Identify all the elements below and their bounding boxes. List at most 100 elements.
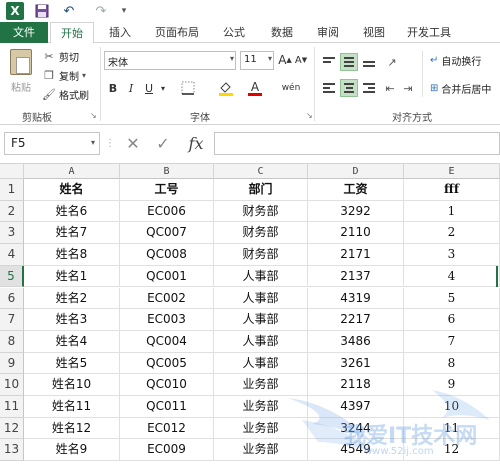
column-header-b[interactable]: B [120, 164, 214, 179]
italic-button[interactable]: I [124, 79, 138, 97]
cell-a3[interactable]: 姓名7 [24, 222, 120, 245]
cell-b12[interactable]: EC012 [120, 417, 214, 440]
cell-e10[interactable]: 9 [404, 374, 500, 396]
cell-e11[interactable]: 10 [404, 396, 500, 418]
cell-d4[interactable]: 2171 [308, 244, 404, 266]
cut-button[interactable]: ✂ 剪切 [42, 47, 79, 65]
tab-page-layout[interactable]: 页面布局 [146, 22, 208, 43]
cell-b13[interactable]: EC009 [120, 439, 214, 462]
align-center-button[interactable] [340, 79, 358, 97]
row-header[interactable]: 7 [0, 309, 24, 331]
cell-c10[interactable]: 业务部 [214, 374, 308, 396]
copy-button[interactable]: ❐ 复制 ▾ [42, 66, 86, 84]
row-header[interactable]: 4 [0, 244, 24, 266]
formula-input[interactable] [214, 132, 500, 155]
paste-button[interactable]: 粘贴 [6, 47, 36, 103]
row-header[interactable]: 5 [0, 265, 24, 288]
column-header-a[interactable]: A [24, 164, 120, 179]
cell-d9[interactable]: 3261 [308, 352, 404, 375]
cell-b11[interactable]: QC011 [120, 396, 214, 418]
tab-data[interactable]: 数据 [262, 22, 302, 43]
font-launcher-icon[interactable]: ↘ [306, 111, 313, 120]
cell-c7[interactable]: 人事部 [214, 309, 308, 331]
underline-dropdown-icon[interactable]: ▾ [158, 79, 168, 97]
tab-view[interactable]: 视图 [354, 22, 394, 43]
cell-e6[interactable]: 5 [404, 287, 500, 310]
cell-b4[interactable]: QC008 [120, 244, 214, 266]
cell-a2[interactable]: 姓名6 [24, 200, 120, 223]
row-header[interactable]: 6 [0, 287, 24, 310]
cell-d8[interactable]: 3486 [308, 330, 404, 353]
cancel-entry-button[interactable]: ✕ [122, 132, 144, 155]
row-header[interactable]: 2 [0, 200, 24, 223]
cell-b2[interactable]: EC006 [120, 200, 214, 223]
cell-b8[interactable]: QC004 [120, 330, 214, 353]
select-all-corner[interactable] [0, 164, 24, 179]
cell-d13[interactable]: 4549 [308, 439, 404, 462]
cell-d12[interactable]: 3244 [308, 417, 404, 440]
cell-d3[interactable]: 2110 [308, 222, 404, 245]
align-top-button[interactable] [320, 53, 338, 71]
cell-e13[interactable]: 12 [404, 439, 500, 462]
clipboard-launcher-icon[interactable]: ↘ [90, 111, 97, 120]
row-header[interactable]: 10 [0, 374, 24, 396]
format-painter-button[interactable]: 🖌 格式刷 [42, 85, 89, 103]
align-left-button[interactable] [320, 79, 338, 97]
increase-indent-button[interactable]: ⇥ [400, 79, 416, 97]
cell-c2[interactable]: 财务部 [214, 200, 308, 223]
tab-developer[interactable]: 开发工具 [400, 22, 458, 43]
confirm-entry-button[interactable]: ✓ [152, 132, 174, 155]
cell-c6[interactable]: 人事部 [214, 287, 308, 310]
save-icon[interactable] [34, 2, 50, 20]
tab-file[interactable]: 文件 [0, 22, 48, 43]
cell-c3[interactable]: 财务部 [214, 222, 308, 245]
cell-b1[interactable]: 工号 [120, 179, 214, 201]
cell-c9[interactable]: 人事部 [214, 352, 308, 375]
cell-a11[interactable]: 姓名11 [24, 396, 120, 418]
font-name-select[interactable]: 宋体 ▾ [104, 51, 236, 70]
insert-function-button[interactable]: fx [184, 132, 208, 155]
orientation-button[interactable]: ↗ [382, 53, 402, 71]
tab-formulas[interactable]: 公式 [214, 22, 254, 43]
cell-a5[interactable]: 姓名1 [24, 265, 120, 288]
borders-button[interactable] [178, 79, 198, 97]
row-header[interactable]: 9 [0, 352, 24, 375]
tab-review[interactable]: 审阅 [308, 22, 348, 43]
tab-insert[interactable]: 插入 [100, 22, 140, 43]
grow-font-button[interactable]: A ▲ [278, 51, 292, 69]
font-color-button[interactable]: A [246, 79, 264, 97]
customize-quick-access-icon[interactable]: ▾ [118, 2, 130, 20]
font-size-select[interactable]: 11 ▾ [240, 51, 274, 70]
underline-button[interactable]: U [142, 79, 156, 97]
cell-b3[interactable]: QC007 [120, 222, 214, 245]
align-right-button[interactable] [360, 79, 378, 97]
column-header-e[interactable]: E [404, 164, 500, 179]
cell-e9[interactable]: 8 [404, 352, 500, 375]
cell-b5[interactable]: QC001 [120, 265, 214, 288]
tab-home[interactable]: 开始 [50, 22, 94, 44]
row-header[interactable]: 12 [0, 417, 24, 440]
cell-a8[interactable]: 姓名4 [24, 330, 120, 353]
cell-a10[interactable]: 姓名10 [24, 374, 120, 396]
cell-e8[interactable]: 7 [404, 330, 500, 353]
cell-c1[interactable]: 部门 [214, 179, 308, 201]
cell-d6[interactable]: 4319 [308, 287, 404, 310]
cell-e2[interactable]: 1 [404, 200, 500, 223]
cell-b9[interactable]: QC005 [120, 352, 214, 375]
cell-b10[interactable]: QC010 [120, 374, 214, 396]
cell-b6[interactable]: EC002 [120, 287, 214, 310]
cell-c12[interactable]: 业务部 [214, 417, 308, 440]
row-header[interactable]: 1 [0, 179, 24, 201]
row-header[interactable]: 11 [0, 396, 24, 418]
cell-a12[interactable]: 姓名12 [24, 417, 120, 440]
cell-d5[interactable]: 2137 [308, 265, 404, 288]
cell-e3[interactable]: 2 [404, 222, 500, 245]
cell-a4[interactable]: 姓名8 [24, 244, 120, 266]
wrap-text-button[interactable]: ↵ 自动换行 [430, 51, 481, 69]
column-header-c[interactable]: C [214, 164, 308, 179]
cell-a9[interactable]: 姓名5 [24, 352, 120, 375]
cell-d1[interactable]: 工资 [308, 179, 404, 201]
cell-e4[interactable]: 3 [404, 244, 500, 266]
cell-e12[interactable]: 11 [404, 417, 500, 440]
cell-a1[interactable]: 姓名 [24, 179, 120, 201]
